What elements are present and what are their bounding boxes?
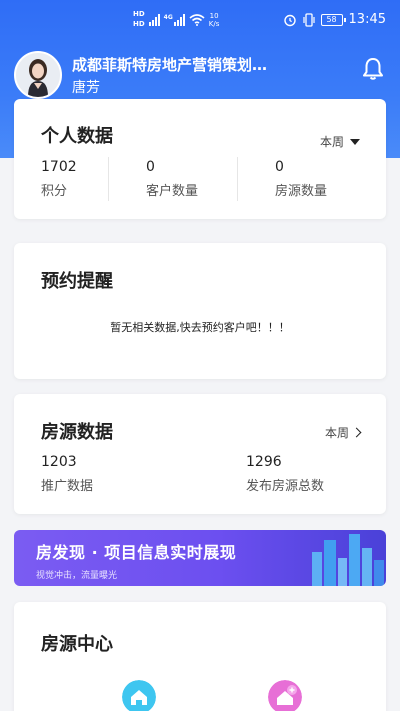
alarm-icon	[283, 14, 296, 26]
stat-label: 房源数量	[275, 184, 328, 199]
empty-message: 暂无相关数据,快去预约客户吧！！！	[110, 321, 290, 334]
wifi-icon	[189, 13, 205, 26]
bell-icon[interactable]	[360, 56, 386, 82]
stat-customers[interactable]: 0 客户数量	[146, 159, 198, 199]
home-icon[interactable]	[122, 680, 156, 711]
clock: 13:45	[348, 12, 386, 27]
stat-label: 积分	[41, 184, 68, 199]
personal-data-card: 个人数据 本周 1702 积分 0 客户数量 0 房源数量	[14, 99, 386, 219]
speed-value: 10	[209, 11, 219, 20]
signal-icon	[148, 13, 160, 26]
divider	[237, 157, 238, 201]
reminder-title: 预约提醒	[41, 271, 113, 292]
stat-value: 1203	[41, 454, 77, 470]
hd-indicator: HD HD	[133, 10, 145, 29]
vibrate-icon	[302, 12, 315, 27]
city-skyline-icon	[312, 534, 384, 586]
listing-period-link[interactable]: 本周	[324, 424, 362, 441]
banner-subtitle: 视觉冲击，流量曝光	[36, 571, 118, 581]
user-name: 唐芳	[72, 80, 100, 96]
stat-published-total[interactable]: 1296 发布房源总数	[246, 454, 324, 494]
divider	[108, 157, 109, 201]
house-hub-card: 房源中心	[14, 602, 386, 711]
period-label: 本周	[324, 426, 349, 440]
appointment-reminder-card: 预约提醒 暂无相关数据,快去预约客户吧！！！	[14, 243, 386, 379]
status-bar: HD HD 4G 10 K/s 58 13:45	[0, 8, 400, 34]
hub-title: 房源中心	[41, 634, 113, 655]
status-bar-left: HD HD 4G 10 K/s	[133, 10, 219, 29]
personal-data-title: 个人数据	[41, 126, 113, 147]
hd-label-1: HD	[133, 10, 145, 18]
battery-icon: 58	[320, 13, 346, 26]
stat-listings[interactable]: 0 房源数量	[275, 159, 327, 199]
triangle-down-icon	[350, 138, 360, 145]
banner-title: 房发现 · 项目信息实时展现	[36, 543, 237, 562]
hd-label-2: HD	[133, 20, 145, 28]
stat-points[interactable]: 1702 积分	[41, 159, 77, 199]
period-dropdown[interactable]: 本周	[320, 133, 360, 150]
network-type: 4G	[163, 13, 173, 21]
company-name: 成都菲斯特房地产营销策划…	[72, 56, 268, 74]
stat-promotion[interactable]: 1203 推广数据	[41, 454, 93, 494]
stat-value: 1296	[246, 454, 282, 470]
promo-banner[interactable]: 房发现 · 项目信息实时展现 视觉冲击，流量曝光	[14, 530, 386, 586]
listing-data-card: 房源数据 本周 1203 推广数据 1296 发布房源总数	[14, 394, 386, 514]
stat-value: 1702	[41, 159, 77, 175]
stat-label: 发布房源总数	[246, 479, 325, 494]
signal-icon-2: 4G	[163, 13, 185, 26]
speed-unit: K/s	[208, 19, 220, 28]
stat-label: 推广数据	[41, 479, 94, 494]
listing-data-title: 房源数据	[41, 422, 113, 443]
network-speed: 10 K/s	[209, 12, 220, 28]
status-bar-right: 58 13:45	[283, 12, 386, 27]
avatar[interactable]	[14, 51, 62, 99]
user-photo	[16, 53, 60, 97]
stat-label: 客户数量	[146, 184, 199, 199]
chevron-right-icon	[351, 427, 362, 438]
stat-value: 0	[146, 159, 155, 175]
period-label: 本周	[319, 135, 344, 149]
stat-value: 0	[275, 159, 284, 175]
add-house-icon[interactable]	[268, 680, 302, 711]
